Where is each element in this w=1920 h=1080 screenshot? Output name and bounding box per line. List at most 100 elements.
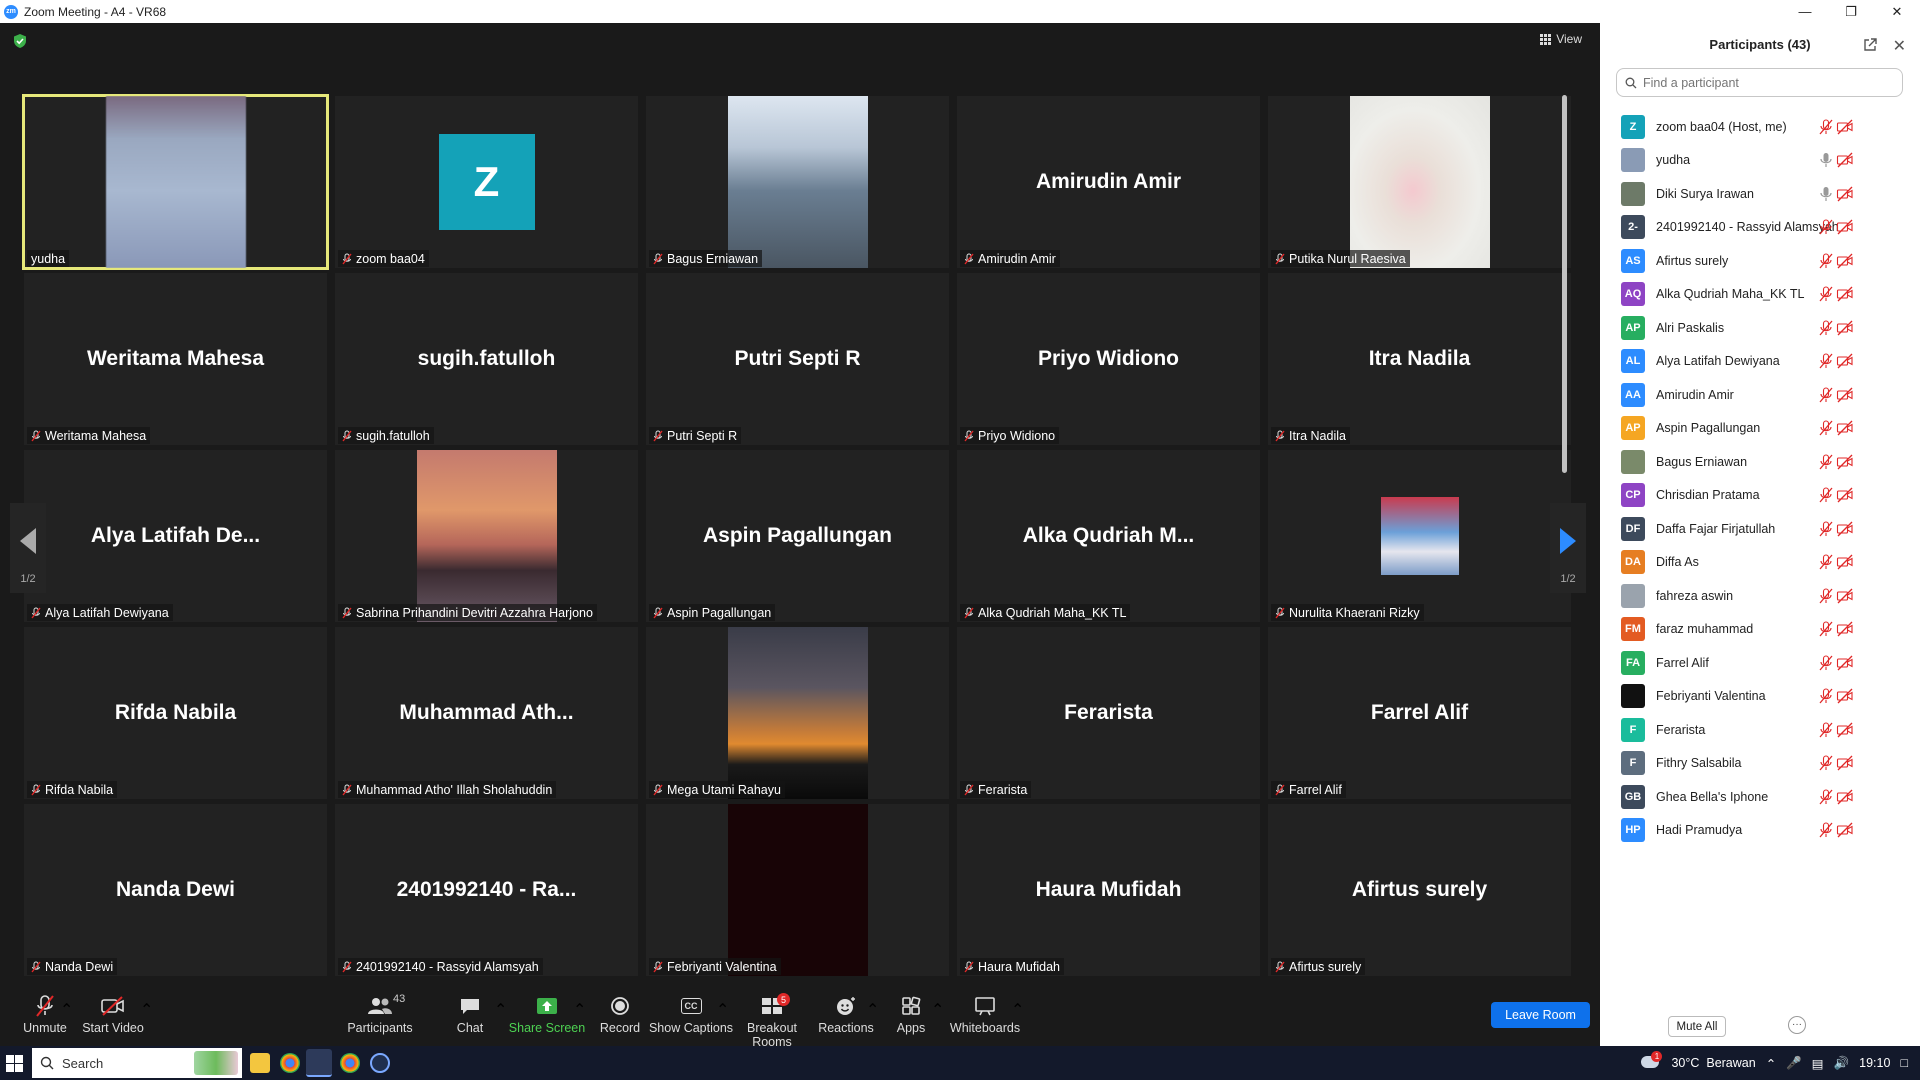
notifications-icon[interactable]: □ [1900,1056,1908,1070]
video-off-icon[interactable] [1836,186,1854,202]
video-off-icon[interactable] [1836,487,1854,503]
video-off-icon[interactable] [1836,119,1854,135]
video-tile[interactable]: Putika Nurul Raesiva [1268,96,1571,268]
mic-muted-icon[interactable] [1819,353,1833,369]
video-tile[interactable]: Alka Qudriah M... Alka Qudriah Maha_KK TL [957,450,1260,622]
video-tile[interactable]: Bagus Erniawan [646,96,949,268]
maximize-button[interactable]: ❐ [1828,0,1874,23]
taskbar-search[interactable]: Search [32,1048,242,1078]
more-options-button[interactable]: ··· [1788,1016,1806,1034]
video-tile[interactable]: Amirudin Amir Amirudin Amir [957,96,1260,268]
close-panel-icon[interactable]: ✕ [1893,36,1906,56]
video-off-icon[interactable] [1836,454,1854,470]
video-off-icon[interactable] [1836,387,1854,403]
mic-muted-icon[interactable] [1819,822,1833,838]
leave-room-button[interactable]: Leave Room [1491,1002,1590,1028]
chrome-profile-icon[interactable] [340,1053,360,1073]
mic-muted-icon[interactable] [1819,554,1833,570]
video-tile[interactable]: Sabrina Prihandini Devitri Azzahra Harjo… [335,450,638,622]
participants-button[interactable]: 43 Participants [335,992,425,1042]
video-off-icon[interactable] [1836,554,1854,570]
video-tile[interactable]: Afirtus surely Afirtus surely [1268,804,1571,976]
video-tile[interactable]: Nanda Dewi Nanda Dewi [24,804,327,976]
video-off-icon[interactable] [1836,621,1854,637]
video-off-icon[interactable] [1836,253,1854,269]
video-tile[interactable]: Farrel Alif Farrel Alif [1268,627,1571,799]
video-off-icon[interactable] [1836,588,1854,604]
mic-muted-icon[interactable] [1819,688,1833,704]
file-explorer-icon[interactable] [250,1053,270,1073]
mic-muted-icon[interactable] [1819,621,1833,637]
mic-muted-icon[interactable] [1819,386,1833,403]
video-tile[interactable]: Rifda Nabila Rifda Nabila [24,627,327,799]
video-tile[interactable]: Haura Mufidah Haura Mufidah [957,804,1260,976]
mic-muted-icon[interactable] [1819,319,1833,336]
video-off-icon[interactable] [1836,722,1854,738]
mic-muted-icon[interactable] [1819,118,1833,135]
video-tile[interactable]: yudha [22,94,329,270]
chrome-icon[interactable] [280,1053,300,1073]
video-tile[interactable]: 2401992140 - Ra... 2401992140 - Rassyid A… [335,804,638,976]
volume-icon[interactable]: 🔊 [1834,1056,1850,1071]
video-off-icon[interactable] [1836,420,1854,436]
mic-muted-icon[interactable] [1819,788,1833,805]
mic-muted-icon[interactable] [1819,654,1833,671]
mic-muted-icon[interactable] [1819,286,1833,302]
security-shield-icon[interactable] [12,33,28,49]
video-tile[interactable]: Zzoom baa04 [335,96,638,268]
windows-start-icon[interactable] [6,1055,23,1072]
video-off-icon[interactable] [1836,219,1854,235]
video-off-icon[interactable] [1836,521,1854,537]
view-button[interactable]: View [1540,32,1582,46]
minimize-button[interactable]: — [1782,0,1828,23]
mic-muted-icon[interactable] [1819,721,1833,738]
video-tile[interactable]: Itra Nadila Itra Nadila [1268,273,1571,445]
video-tile[interactable]: Mega Utami Rahayu [646,627,949,799]
next-page-button[interactable]: 1/2 [1550,503,1586,593]
participant-search-input[interactable] [1643,75,1883,90]
video-off-icon[interactable] [1836,286,1854,302]
video-tile[interactable]: Putri Septi R Putri Septi R [646,273,949,445]
mic-icon[interactable] [1819,186,1833,202]
clock-time[interactable]: 19:10 [1859,1056,1890,1070]
participant-search[interactable] [1616,68,1903,97]
video-off-icon[interactable] [1836,655,1854,671]
close-window-button[interactable]: ✕ [1874,0,1920,23]
mic-muted-icon[interactable] [1819,420,1833,436]
video-tile[interactable]: Nurulita Khaerani Rizky [1268,450,1571,622]
video-off-icon[interactable] [1836,822,1854,838]
tray-overflow-chevron-icon[interactable]: ⌃ [1766,1056,1776,1071]
video-tile[interactable]: Febriyanti Valentina [646,804,949,976]
mic-muted-icon[interactable] [1819,520,1833,537]
previous-page-button[interactable]: 1/2 [10,503,46,593]
weather-text[interactable]: 30°C Berawan [1671,1056,1755,1070]
video-off-icon[interactable] [1836,353,1854,369]
video-tile[interactable]: Priyo Widiono Priyo Widiono [957,273,1260,445]
mic-muted-icon[interactable] [1819,755,1833,771]
mic-muted-icon[interactable] [1819,219,1833,235]
video-tile[interactable]: Alya Latifah De... Alya Latifah Dewiyana [24,450,327,622]
weather-icon[interactable]: 1 [1641,1051,1663,1073]
participant-list-item[interactable]: HP Hadi Pramudya [1600,810,1906,851]
mic-muted-icon[interactable] [1819,587,1833,604]
video-tile[interactable]: Muhammad Ath... Muhammad Atho' Illah Shol… [335,627,638,799]
video-options-chevron-icon[interactable]: ⌃ [140,1000,153,1020]
mic-muted-icon[interactable] [1819,453,1833,470]
app-icon[interactable] [370,1053,390,1073]
mic-muted-icon[interactable] [1819,487,1833,503]
video-off-icon[interactable] [1836,789,1854,805]
mic-muted-icon[interactable] [1819,252,1833,269]
video-off-icon[interactable] [1836,688,1854,704]
zoom-taskbar-icon[interactable] [306,1049,332,1077]
video-off-icon[interactable] [1836,755,1854,771]
mic-icon[interactable] [1819,152,1833,168]
participant-list-scrollbar[interactable] [1562,95,1567,473]
network-icon[interactable]: ▤ [1812,1056,1824,1071]
tray-mic-icon[interactable]: 🎤 [1786,1056,1802,1071]
video-tile[interactable]: Ferarista Ferarista [957,627,1260,799]
whiteboards-options-chevron-icon[interactable]: ⌃ [1011,1000,1024,1020]
pop-out-icon[interactable] [1862,37,1878,53]
mute-all-button[interactable]: Mute All [1668,1016,1726,1037]
video-tile[interactable]: sugih.fatulloh sugih.fatulloh [335,273,638,445]
video-off-icon[interactable] [1836,152,1854,168]
